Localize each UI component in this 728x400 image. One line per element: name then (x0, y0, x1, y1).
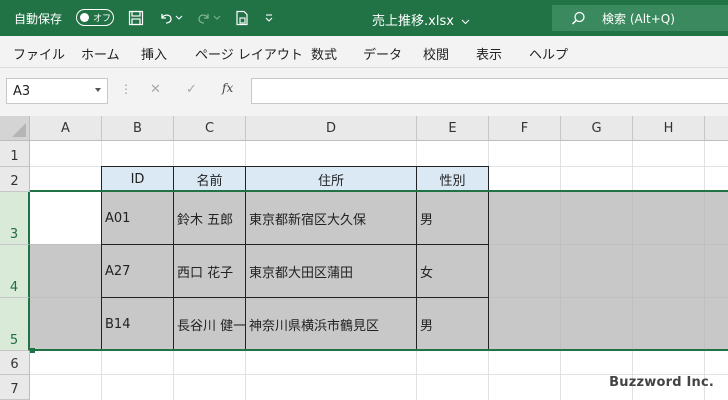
insert-function-icon[interactable]: fx (222, 81, 233, 95)
column-header[interactable]: D (246, 116, 417, 141)
tab-home[interactable]: ホーム (81, 44, 120, 63)
formula-input[interactable] (251, 78, 728, 104)
undo-icon[interactable] (156, 8, 176, 28)
table-cell[interactable]: 東京都新宿区大久保 (246, 192, 416, 244)
header-cell-id[interactable]: ID (102, 167, 173, 191)
form-icon[interactable] (232, 8, 252, 28)
tab-view[interactable]: 表示 (476, 44, 502, 63)
redo-dropdown-icon[interactable] (212, 8, 222, 28)
row-header[interactable]: 7 (0, 375, 30, 400)
row-header-selected[interactable]: 5 (0, 298, 30, 351)
column-header[interactable]: A (30, 116, 102, 141)
table-border (245, 166, 246, 350)
search-placeholder: 検索 (Alt+Q) (602, 12, 675, 26)
undo-dropdown-icon[interactable] (174, 8, 184, 28)
name-box-value: A3 (13, 84, 31, 99)
table-cell[interactable]: A01 (102, 192, 173, 244)
tab-page-layout[interactable]: ページ レイアウト (195, 44, 303, 63)
table-cell[interactable]: 東京都大田区蒲田 (246, 245, 416, 297)
autosave-label: 自動保存 (14, 12, 63, 26)
header-cell-name[interactable]: 名前 (174, 167, 245, 191)
name-box[interactable]: A3 (6, 78, 108, 104)
header-cell-gender[interactable]: 性別 (417, 167, 488, 191)
table-border (101, 297, 489, 298)
tab-formulas[interactable]: 数式 (311, 44, 337, 63)
customize-icon[interactable] (262, 8, 276, 28)
table-cell[interactable]: B14 (102, 298, 173, 350)
column-header[interactable]: G (561, 116, 633, 141)
search-box[interactable]: 検索 (Alt+Q) (552, 5, 728, 31)
table-cell[interactable]: 長谷川 健一 (174, 298, 245, 350)
chevron-down-icon[interactable] (95, 88, 101, 92)
column-header[interactable]: F (489, 116, 561, 141)
save-icon[interactable] (126, 8, 146, 28)
table-border (488, 166, 489, 350)
row-header[interactable]: 1 (0, 141, 30, 167)
table-cell[interactable]: 西口 花子 (174, 245, 245, 297)
column-header[interactable]: E (417, 116, 489, 141)
row-header[interactable]: 6 (0, 351, 30, 375)
row-header-selected[interactable]: 4 (0, 245, 30, 298)
more-options-icon[interactable]: ⋮ (120, 82, 132, 96)
table-border (101, 166, 102, 350)
autosave-toggle[interactable]: オフ (76, 9, 114, 26)
table-border (416, 166, 417, 350)
table-cell[interactable]: 鈴木 五郎 (174, 192, 245, 244)
cancel-icon[interactable]: ✕ (150, 82, 161, 97)
header-cell-address[interactable]: 住所 (246, 167, 416, 191)
selection-border (30, 190, 728, 192)
table-border (101, 166, 489, 167)
search-icon (571, 11, 585, 25)
enter-icon[interactable]: ✓ (186, 82, 197, 97)
tab-file[interactable]: ファイル (13, 44, 65, 63)
table-border (173, 166, 174, 350)
column-header[interactable]: C (174, 116, 246, 141)
table-cell[interactable]: 神奈川県横浜市鶴見区 (246, 298, 416, 350)
tab-data[interactable]: データ (363, 44, 402, 63)
title-bar: 自動保存 オフ 売上推移.xlsx 検索 (Alt+Q) (0, 0, 728, 36)
row-header[interactable]: 2 (0, 167, 30, 192)
select-all-icon (12, 123, 26, 137)
column-header[interactable]: H (633, 116, 705, 141)
fill-handle[interactable] (30, 348, 35, 353)
ribbon-tabs: ファイル ホーム 挿入 ページ レイアウト 数式 データ 校閲 表示 ヘルプ (0, 36, 728, 68)
redo-icon[interactable] (194, 8, 214, 28)
toggle-knob (80, 12, 89, 22)
file-title: 売上推移.xlsx (372, 10, 470, 29)
formula-bar: A3 ⋮ ✕ ✓ fx (0, 68, 728, 116)
watermark: Buzzword Inc. (609, 375, 714, 390)
tab-help[interactable]: ヘルプ (529, 44, 568, 63)
file-name: 売上推移.xlsx (372, 14, 454, 29)
column-header[interactable]: B (102, 116, 174, 141)
chevron-down-icon[interactable] (461, 19, 470, 25)
tab-insert[interactable]: 挿入 (141, 44, 167, 63)
table-cell[interactable]: A27 (102, 245, 173, 297)
tab-review[interactable]: 校閲 (423, 44, 449, 63)
table-cell[interactable]: 男 (417, 192, 488, 244)
selection-border (30, 349, 728, 351)
table-cell[interactable]: 男 (417, 298, 488, 350)
spreadsheet-grid[interactable]: ID 名前 住所 性別 A01 鈴木 五郎 東京都新宿区大久保 男 A27 西口… (0, 116, 728, 400)
row-header-selected[interactable]: 3 (0, 192, 30, 245)
select-all-button[interactable] (0, 116, 30, 141)
table-border (101, 244, 489, 245)
table-cell[interactable]: 女 (417, 245, 488, 297)
column-header[interactable] (705, 116, 728, 141)
autosave-toggle-state: オフ (93, 14, 112, 24)
